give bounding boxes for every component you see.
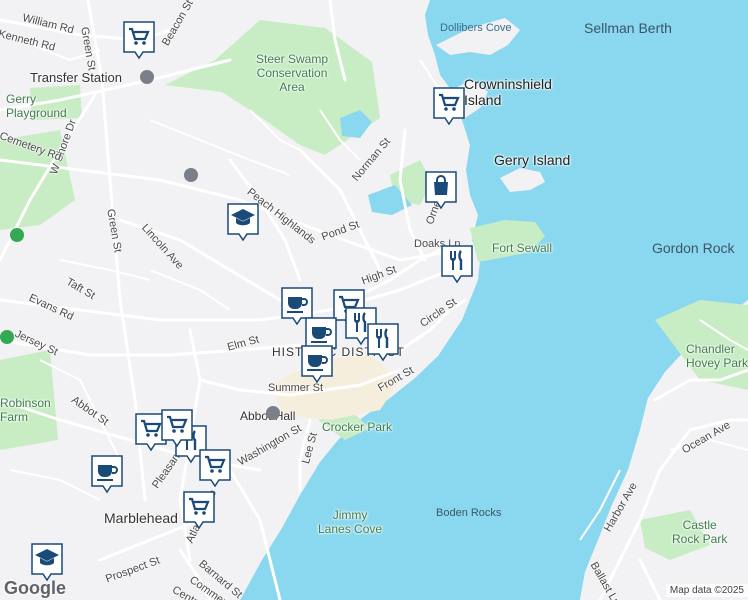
place-label-marblehead: Marblehead — [104, 510, 178, 526]
abbot-hall-poi-icon[interactable] — [266, 406, 280, 420]
park-label-chandler-hovey: Chandler Hovey Park — [686, 342, 748, 370]
shopping-cart-marker[interactable] — [122, 20, 156, 60]
park-label-steer-swamp: Steer Swamp Conservation Area — [256, 52, 329, 94]
school-marker[interactable] — [30, 542, 64, 582]
water-label-sellman-berth: Sellman Berth — [584, 20, 672, 36]
school-poi-icon[interactable] — [184, 168, 198, 182]
park-label-jimmy-lanes-cove: Jimmy Lanes Cove — [318, 508, 383, 536]
park-label-robinson-farm: Robinson Farm — [0, 396, 51, 424]
shopping-cart-marker[interactable] — [160, 408, 194, 448]
park-label-gerry-playground: Gerry Playground — [6, 92, 67, 120]
island-label-gerry: Gerry Island — [494, 152, 571, 168]
water-label-gordon-rock: Gordon Rock — [652, 240, 735, 256]
park-poi-icon-west[interactable] — [0, 330, 14, 344]
shopping-cart-marker[interactable] — [182, 490, 216, 530]
island-label-crowninshield: Crowninshield Island — [464, 76, 552, 108]
water-label-dollibers-cove: Dollibers Cove — [440, 22, 512, 34]
shopping-bag-marker[interactable] — [424, 170, 458, 210]
map-canvas[interactable]: Sellman Berth Dollibers Cove Gordon Rock… — [0, 0, 748, 600]
cafe-marker[interactable] — [90, 454, 124, 494]
google-logo: Google — [4, 578, 66, 598]
park-label-fort-sewall: Fort Sewall — [492, 241, 553, 255]
map-attribution[interactable]: Map data ©2025 — [665, 584, 748, 597]
shopping-cart-marker[interactable] — [432, 86, 466, 126]
place-label-transfer-station: Transfer Station — [30, 70, 123, 85]
water-label-boden-rocks: Boden Rocks — [436, 507, 502, 519]
school-marker[interactable] — [226, 202, 260, 242]
park-label-castle-rock: Castle Rock Park — [672, 518, 728, 546]
restaurant-marker[interactable] — [440, 244, 474, 284]
cafe-marker[interactable] — [300, 344, 334, 384]
park-label-crocker-park: Crocker Park — [322, 420, 393, 434]
park-poi-icon[interactable] — [10, 228, 24, 242]
restaurant-marker[interactable] — [366, 322, 400, 362]
shopping-cart-marker[interactable] — [198, 448, 232, 488]
transfer-station-poi-icon[interactable] — [140, 70, 154, 84]
